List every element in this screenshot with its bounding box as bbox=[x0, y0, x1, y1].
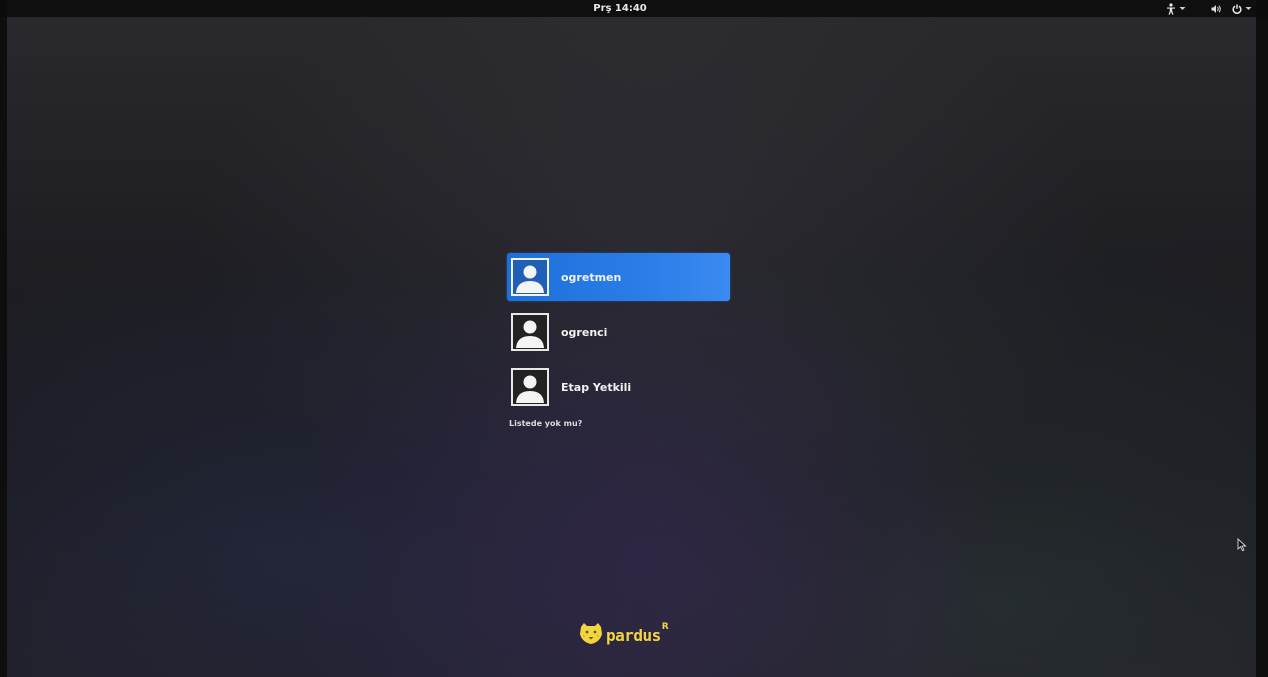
top-bar: Prş 14:40 bbox=[0, 0, 1268, 17]
logo-mark: R bbox=[661, 622, 669, 632]
user-name: Etap Yetkili bbox=[561, 380, 632, 394]
user-item-ogrenci[interactable]: ogrenci bbox=[507, 308, 730, 356]
user-avatar-icon bbox=[511, 368, 549, 406]
clock[interactable]: Prş 14:40 bbox=[585, 1, 655, 16]
user-avatar-icon bbox=[511, 258, 549, 296]
user-name: ogrenci bbox=[561, 325, 608, 339]
user-name: ogretmen bbox=[561, 270, 622, 284]
volume-icon bbox=[1211, 4, 1222, 14]
pardus-logo: pardus R bbox=[578, 620, 669, 650]
user-avatar-icon bbox=[511, 313, 549, 351]
screen-bezel-right bbox=[1256, 0, 1268, 677]
leopard-head-icon bbox=[578, 621, 604, 649]
screen-bezel-left bbox=[0, 0, 7, 677]
accessibility-icon bbox=[1166, 2, 1176, 15]
power-icon bbox=[1232, 4, 1242, 14]
system-menu[interactable] bbox=[1211, 1, 1252, 16]
user-item-ogretmen[interactable]: ogretmen bbox=[507, 253, 730, 301]
user-list: ogretmen ogrenci Etap Yetkili bbox=[507, 253, 730, 418]
logo-wordmark: pardus bbox=[606, 625, 661, 645]
user-item-etap-yetkili[interactable]: Etap Yetkili bbox=[507, 363, 730, 411]
not-listed-link[interactable]: Listede yok mu? bbox=[509, 419, 582, 428]
accessibility-menu[interactable] bbox=[1166, 1, 1186, 16]
chevron-down-icon bbox=[1245, 6, 1252, 11]
chevron-down-icon bbox=[1179, 6, 1186, 11]
mouse-pointer-icon bbox=[1237, 537, 1247, 556]
